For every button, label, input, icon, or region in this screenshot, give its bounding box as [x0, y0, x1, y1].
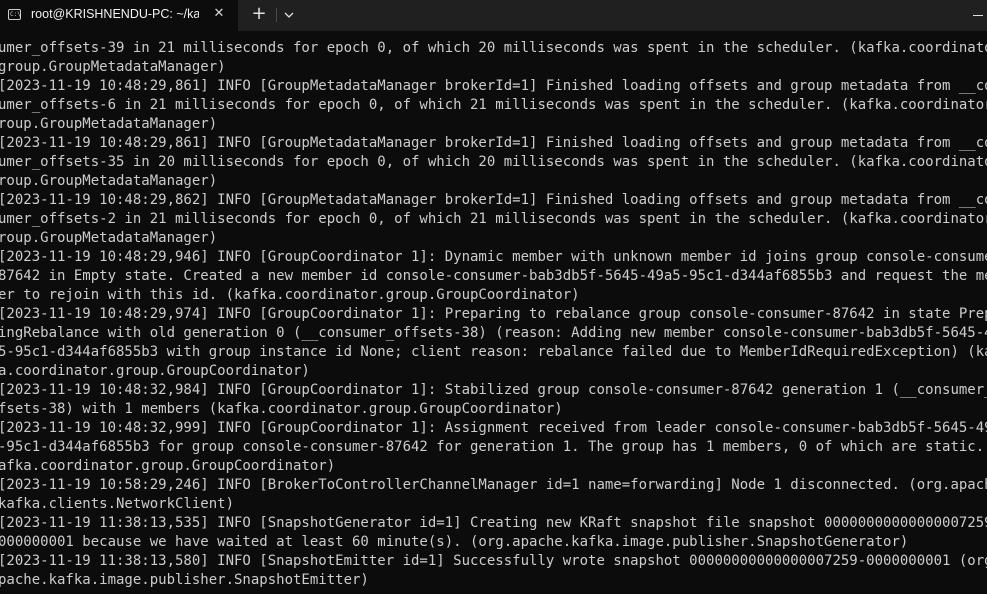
terminal-line: [2023-11-19 10:48:29,946] INFO [GroupCoo…: [0, 249, 987, 265]
terminal-line: 000000001 because we have waited at leas…: [0, 534, 909, 550]
terminal-line: [2023-11-19 10:48:32,984] INFO [GroupCoo…: [0, 382, 987, 398]
minimize-button[interactable]: [965, 0, 987, 31]
terminal-line: fsets-38) with 1 members (kafka.coordina…: [0, 401, 563, 417]
terminal-line: [2023-11-19 11:38:13,580] INFO [Snapshot…: [0, 553, 987, 569]
terminal-line: [2023-11-19 10:48:29,974] INFO [GroupCoo…: [0, 306, 987, 322]
terminal-line: ingRebalance with old generation 0 (__co…: [0, 325, 987, 341]
tab-divider: [276, 8, 277, 22]
tab-title: root@KRISHNENDU-PC: ~/ka: [31, 7, 199, 21]
terminal-icon: C:\: [8, 9, 21, 20]
terminal-line: [2023-11-19 10:48:29,862] INFO [GroupMet…: [0, 192, 987, 208]
terminal-line: umer_offsets-35 in 20 milliseconds for e…: [0, 154, 987, 170]
terminal-line: [2023-11-19 11:38:13,535] INFO [Snapshot…: [0, 515, 987, 531]
terminal-line: umer_offsets-2 in 21 milliseconds for ep…: [0, 211, 987, 227]
terminal-window: C:\ root@KRISHNENDU-PC: ~/ka ✕ + umer_of…: [0, 0, 987, 594]
close-tab-button[interactable]: ✕: [209, 4, 229, 24]
terminal-line: afka.coordinator.group.GroupCoordinator): [0, 458, 336, 474]
tab-terminal[interactable]: C:\ root@KRISHNENDU-PC: ~/ka ✕: [0, 0, 238, 31]
terminal-line: umer_offsets-39 in 21 milliseconds for e…: [0, 40, 987, 56]
terminal-line: 87642 in Empty state. Created a new memb…: [0, 268, 987, 284]
terminal-line: 5-95c1-d344af6855b3 with group instance …: [0, 344, 987, 360]
terminal-line: -95c1-d344af6855b3 for group console-con…: [0, 439, 987, 455]
title-bar: C:\ root@KRISHNENDU-PC: ~/ka ✕ +: [0, 0, 987, 31]
terminal-line: roup.GroupMetadataManager): [0, 173, 218, 189]
terminal-line: er to rejoin with this id. (kafka.coordi…: [0, 287, 580, 303]
terminal-line: [2023-11-19 10:48:29,861] INFO [GroupMet…: [0, 135, 987, 151]
terminal-line: [2023-11-19 10:48:29,861] INFO [GroupMet…: [0, 78, 987, 94]
terminal-output[interactable]: umer_offsets-39 in 21 milliseconds for e…: [0, 31, 987, 594]
terminal-lines: umer_offsets-39 in 21 milliseconds for e…: [0, 39, 987, 590]
terminal-line: [2023-11-19 10:58:29,246] INFO [BrokerTo…: [0, 477, 987, 493]
terminal-line: umer_offsets-6 in 21 milliseconds for ep…: [0, 97, 987, 113]
terminal-line: group.GroupMetadataManager): [0, 59, 226, 75]
terminal-line: kafka.clients.NetworkClient): [0, 496, 235, 512]
terminal-line: a.coordinator.group.GroupCoordinator): [0, 363, 310, 379]
terminal-line: roup.GroupMetadataManager): [0, 116, 218, 132]
terminal-line: roup.GroupMetadataManager): [0, 230, 218, 246]
new-tab-button[interactable]: +: [248, 4, 270, 26]
terminal-line: [2023-11-19 10:48:32,999] INFO [GroupCoo…: [0, 420, 987, 436]
terminal-line: pache.kafka.image.publisher.SnapshotEmit…: [0, 572, 369, 588]
chevron-down-icon[interactable]: [280, 6, 298, 24]
